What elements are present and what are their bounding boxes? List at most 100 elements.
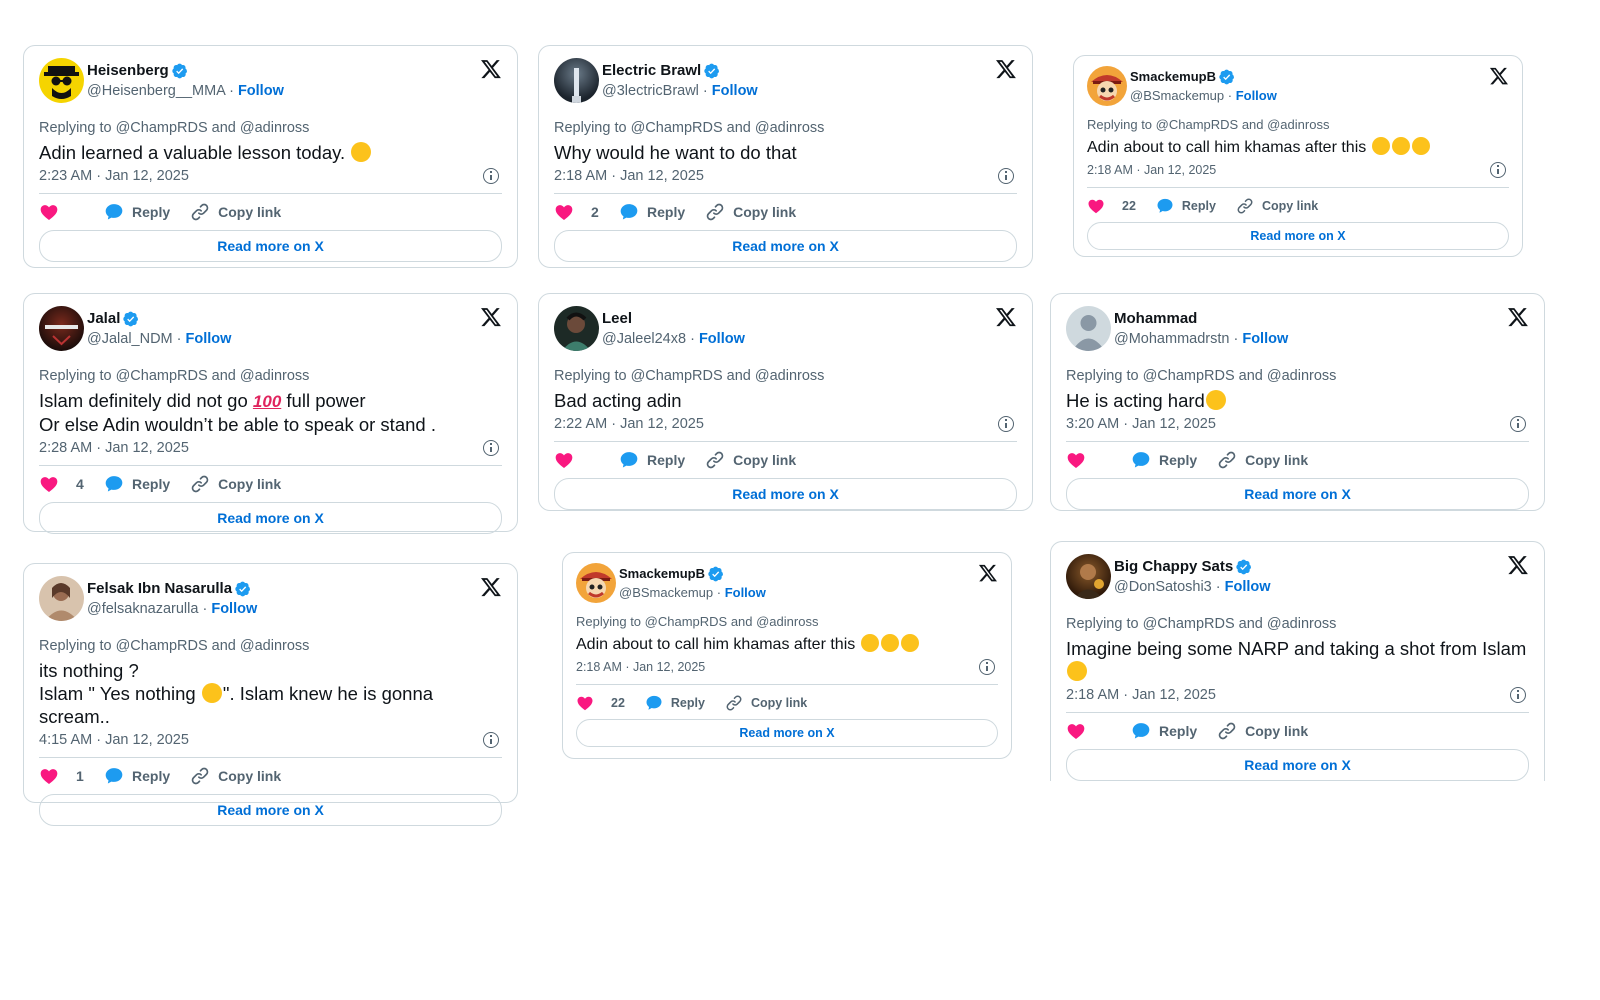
read-more-button[interactable]: Read more on X — [39, 230, 502, 262]
author-name[interactable]: Electric Brawl — [602, 61, 701, 81]
jalal-avatar[interactable] — [39, 306, 84, 351]
read-more-button[interactable]: Read more on X — [576, 719, 998, 747]
like-button[interactable]: 1 — [39, 766, 84, 786]
author-handle[interactable]: @Jalal_NDM — [87, 331, 173, 347]
like-button[interactable] — [1066, 721, 1111, 741]
smackemup-avatar[interactable] — [1087, 66, 1127, 106]
read-more-button[interactable]: Read more on X — [1066, 478, 1529, 510]
reply-button[interactable]: Reply — [619, 450, 685, 470]
copy-link-button[interactable]: Copy link — [1217, 721, 1308, 741]
read-more-button[interactable]: Read more on X — [39, 794, 502, 826]
reply-button[interactable]: Reply — [1131, 721, 1197, 741]
follow-button[interactable]: Follow — [211, 601, 257, 617]
x-logo-icon[interactable] — [978, 563, 998, 583]
author-handle[interactable]: @felsaknazarulla — [87, 601, 198, 617]
reply-button[interactable]: Reply — [645, 694, 705, 712]
smackemup-avatar[interactable] — [576, 563, 616, 603]
copy-link-button[interactable]: Copy link — [1217, 450, 1308, 470]
reply-button[interactable]: Reply — [619, 202, 685, 222]
x-logo-icon[interactable] — [480, 58, 502, 80]
info-icon[interactable] — [1510, 687, 1526, 703]
author-handle[interactable]: @3lectricBrawl — [602, 83, 699, 99]
read-more-button[interactable]: Read more on X — [554, 478, 1017, 510]
read-more-button[interactable]: Read more on X — [1066, 749, 1529, 781]
reply-button[interactable]: Reply — [1156, 197, 1216, 215]
x-logo-icon[interactable] — [1489, 66, 1509, 86]
copy-link-button[interactable]: Copy link — [190, 202, 281, 222]
author-name[interactable]: Felsak Ibn Nasarulla — [87, 579, 232, 599]
timestamp[interactable]: 2:23 AM · Jan 12, 2025 — [39, 168, 189, 184]
x-logo-icon[interactable] — [480, 576, 502, 598]
info-icon[interactable] — [998, 416, 1014, 432]
copy-link-button[interactable]: Copy link — [190, 474, 281, 494]
reply-button[interactable]: Reply — [104, 474, 170, 494]
follow-button[interactable]: Follow — [699, 331, 745, 347]
felsak-avatar[interactable] — [39, 576, 84, 621]
x-logo-icon[interactable] — [1507, 554, 1529, 576]
timestamp[interactable]: 2:18 AM · Jan 12, 2025 — [576, 660, 705, 674]
info-icon[interactable] — [1510, 416, 1526, 432]
reply-button[interactable]: Reply — [104, 202, 170, 222]
info-icon[interactable] — [979, 659, 995, 675]
follow-button[interactable]: Follow — [1225, 579, 1271, 595]
big-chappy-avatar[interactable] — [1066, 554, 1111, 599]
author-handle[interactable]: @BSmackemup — [1130, 88, 1224, 103]
timestamp[interactable]: 2:18 AM · Jan 12, 2025 — [1066, 687, 1216, 703]
author-handle[interactable]: @Heisenberg__MMA — [87, 83, 225, 99]
timestamp[interactable]: 2:18 AM · Jan 12, 2025 — [1087, 163, 1216, 177]
like-button[interactable] — [1066, 450, 1111, 470]
read-more-button[interactable]: Read more on X — [554, 230, 1017, 262]
info-icon[interactable] — [483, 732, 499, 748]
copy-link-button[interactable]: Copy link — [190, 766, 281, 786]
like-button[interactable]: 2 — [554, 202, 599, 222]
info-icon[interactable] — [483, 168, 499, 184]
author-name[interactable]: Leel — [602, 309, 632, 329]
copy-link-button[interactable]: Copy link — [1236, 197, 1318, 215]
like-button[interactable] — [39, 202, 84, 222]
info-icon[interactable] — [483, 440, 499, 456]
follow-button[interactable]: Follow — [712, 83, 758, 99]
reply-button[interactable]: Reply — [104, 766, 170, 786]
copy-link-button[interactable]: Copy link — [705, 202, 796, 222]
verified-badge-icon — [1236, 559, 1252, 575]
copy-link-button[interactable]: Copy link — [725, 694, 807, 712]
heisenberg-avatar[interactable] — [39, 58, 84, 103]
author-handle[interactable]: @Jaleel24x8 — [602, 331, 686, 347]
timestamp[interactable]: 2:22 AM · Jan 12, 2025 — [554, 416, 704, 432]
x-logo-icon[interactable] — [1507, 306, 1529, 328]
reply-button[interactable]: Reply — [1131, 450, 1197, 470]
follow-button[interactable]: Follow — [1242, 331, 1288, 347]
author-name[interactable]: Jalal — [87, 309, 120, 329]
author-name[interactable]: SmackemupB — [1130, 68, 1216, 86]
follow-button[interactable]: Follow — [186, 331, 232, 347]
author-handle[interactable]: @DonSatoshi3 — [1114, 579, 1212, 595]
author-name[interactable]: Mohammad — [1114, 309, 1197, 329]
x-logo-icon[interactable] — [995, 306, 1017, 328]
timestamp[interactable]: 3:20 AM · Jan 12, 2025 — [1066, 416, 1216, 432]
author-handle[interactable]: @BSmackemup — [619, 585, 713, 600]
read-more-button[interactable]: Read more on X — [1087, 222, 1509, 250]
x-logo-icon[interactable] — [995, 58, 1017, 80]
like-button[interactable]: 22 — [1087, 197, 1136, 215]
author-name[interactable]: Big Chappy Sats — [1114, 557, 1233, 577]
timestamp[interactable]: 2:28 AM · Jan 12, 2025 — [39, 440, 189, 456]
electric-brawl-avatar[interactable] — [554, 58, 599, 103]
info-icon[interactable] — [998, 168, 1014, 184]
follow-button[interactable]: Follow — [725, 585, 766, 600]
leel-avatar[interactable] — [554, 306, 599, 351]
follow-button[interactable]: Follow — [1236, 88, 1277, 103]
x-logo-icon[interactable] — [480, 306, 502, 328]
follow-button[interactable]: Follow — [238, 83, 284, 99]
timestamp[interactable]: 2:18 AM · Jan 12, 2025 — [554, 168, 704, 184]
copy-link-button[interactable]: Copy link — [705, 450, 796, 470]
timestamp[interactable]: 4:15 AM · Jan 12, 2025 — [39, 732, 189, 748]
like-button[interactable]: 4 — [39, 474, 84, 494]
read-more-button[interactable]: Read more on X — [39, 502, 502, 534]
author-name[interactable]: Heisenberg — [87, 61, 169, 81]
like-button[interactable] — [554, 450, 599, 470]
default-avatar[interactable] — [1066, 306, 1111, 351]
author-name[interactable]: SmackemupB — [619, 565, 705, 583]
like-button[interactable]: 22 — [576, 694, 625, 712]
author-handle[interactable]: @Mohammadrstn — [1114, 331, 1229, 347]
info-icon[interactable] — [1490, 162, 1506, 178]
